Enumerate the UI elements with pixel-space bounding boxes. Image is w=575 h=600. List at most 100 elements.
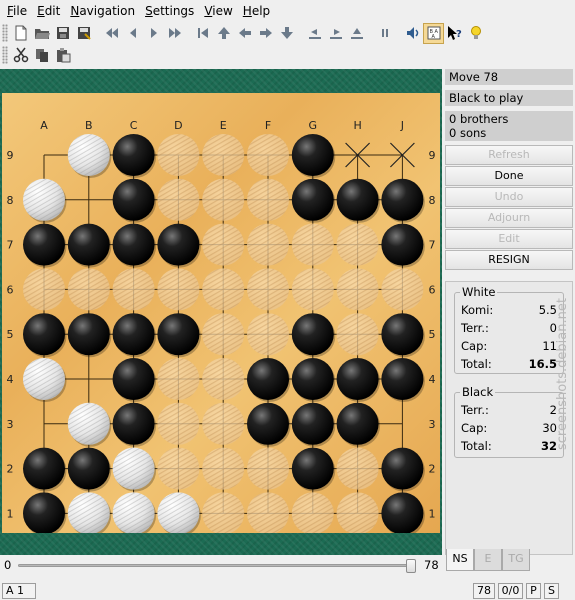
white-stone-texture <box>67 402 110 445</box>
variation-right-icon[interactable] <box>325 23 346 44</box>
variation-left-icon[interactable] <box>304 23 325 44</box>
next-branch-icon[interactable] <box>255 23 276 44</box>
panel-tabs: NS E TG <box>446 549 530 571</box>
save-as-icon[interactable] <box>73 23 94 44</box>
up-icon[interactable] <box>213 23 234 44</box>
black-stone[interactable] <box>336 402 379 445</box>
white-total-row: Total: 16.5 <box>461 357 557 373</box>
black-stone[interactable] <box>157 223 200 266</box>
go-board[interactable]: AABBCCDDEEFFGGHHJJ998877665544332211 <box>2 93 440 533</box>
copy-icon[interactable] <box>31 45 52 66</box>
black-stone[interactable] <box>336 358 379 400</box>
territory-texture <box>291 492 334 533</box>
move-slider-track[interactable] <box>18 564 416 567</box>
black-stone[interactable] <box>23 223 65 266</box>
white-komi-row: Komi: 5.5 <box>461 303 557 319</box>
tab-tg[interactable]: TG <box>502 549 530 571</box>
last-move-icon[interactable] <box>164 23 185 44</box>
black-stone[interactable] <box>112 313 155 356</box>
menu-navigation[interactable]: Navigation <box>65 4 140 18</box>
black-stone[interactable] <box>112 134 155 176</box>
down-icon[interactable] <box>276 23 297 44</box>
done-button[interactable]: Done <box>445 166 573 186</box>
territory-texture <box>336 447 379 490</box>
territory-texture <box>247 313 289 356</box>
territory-texture <box>202 358 245 400</box>
black-stone[interactable] <box>247 402 289 445</box>
toolbar-handle[interactable] <box>2 46 8 64</box>
black-stone[interactable] <box>23 492 65 533</box>
brothers-count: 0 brothers <box>449 112 509 126</box>
black-stone[interactable] <box>112 178 155 221</box>
black-stone[interactable] <box>67 313 110 356</box>
black-stone[interactable] <box>336 178 379 221</box>
cut-icon[interactable] <box>10 45 31 66</box>
territory-texture <box>202 492 245 533</box>
hint-bulb-icon[interactable] <box>465 23 486 44</box>
coordinates-icon[interactable]: BAA <box>423 22 444 44</box>
first-move-icon[interactable] <box>101 23 122 44</box>
black-stone[interactable] <box>247 358 289 400</box>
black-stone[interactable] <box>291 134 334 176</box>
refresh-button[interactable]: Refresh <box>445 145 573 165</box>
previous-branch-icon[interactable] <box>234 23 255 44</box>
black-stone[interactable] <box>381 447 424 490</box>
sons-count: 0 sons <box>449 126 487 140</box>
black-stone[interactable] <box>112 223 155 266</box>
previous-move-icon[interactable] <box>122 23 143 44</box>
black-stone[interactable] <box>291 313 334 356</box>
black-stone[interactable] <box>291 178 334 221</box>
black-stone[interactable] <box>291 402 334 445</box>
black-stone[interactable] <box>67 447 110 490</box>
move-slider-handle[interactable] <box>406 559 416 573</box>
white-stone-texture <box>67 492 110 533</box>
black-stone[interactable] <box>381 358 424 400</box>
coord-label-right: 9 <box>429 149 436 162</box>
menu-help[interactable]: Help <box>238 4 275 18</box>
black-stone[interactable] <box>112 358 155 400</box>
go-board-canvas[interactable]: AABBCCDDEEFFGGHHJJ998877665544332211 <box>2 93 440 533</box>
edit-toolbar <box>0 44 575 66</box>
territory-texture <box>291 223 334 266</box>
black-stone[interactable] <box>291 358 334 400</box>
black-stone[interactable] <box>23 447 65 490</box>
black-stone[interactable] <box>291 447 334 490</box>
menu-file[interactable]: File <box>2 4 32 18</box>
coord-label-top: F <box>265 119 271 132</box>
black-stone[interactable] <box>381 223 424 266</box>
menu-edit[interactable]: Edit <box>32 4 65 18</box>
black-stone[interactable] <box>112 402 155 445</box>
black-stone[interactable] <box>67 223 110 266</box>
black-stone[interactable] <box>381 178 424 221</box>
black-stone[interactable] <box>157 313 200 356</box>
variation-info: 0 brothers 0 sons <box>445 111 573 141</box>
whats-this-icon[interactable]: ? <box>444 23 465 44</box>
terr-label: Terr.: <box>461 321 489 335</box>
territory-texture <box>202 178 245 221</box>
tab-e[interactable]: E <box>474 549 502 571</box>
coord-label-left: 8 <box>7 194 14 207</box>
open-folder-icon[interactable] <box>31 23 52 44</box>
territory-texture <box>23 268 65 311</box>
sound-icon[interactable] <box>402 23 423 44</box>
menu-view[interactable]: View <box>199 4 237 18</box>
black-stone[interactable] <box>381 492 424 533</box>
svg-text:A: A <box>434 29 438 35</box>
coord-label-left: 9 <box>7 149 14 162</box>
territory-texture <box>202 134 245 176</box>
black-stone[interactable] <box>381 313 424 356</box>
toolbar-handle[interactable] <box>2 24 8 42</box>
variation-alt-icon[interactable] <box>346 23 367 44</box>
paste-icon[interactable] <box>52 45 73 66</box>
save-icon[interactable] <box>52 23 73 44</box>
previous-variation-icon[interactable] <box>192 23 213 44</box>
black-cap-row: Cap: 30 <box>461 421 557 437</box>
tab-ns[interactable]: NS <box>446 549 474 571</box>
pause-icon[interactable] <box>374 23 395 44</box>
next-move-icon[interactable] <box>143 23 164 44</box>
territory-texture <box>247 134 289 176</box>
new-file-icon[interactable] <box>10 23 31 44</box>
territory-texture <box>247 268 289 311</box>
black-stone[interactable] <box>23 313 65 356</box>
menu-settings[interactable]: Settings <box>140 4 199 18</box>
